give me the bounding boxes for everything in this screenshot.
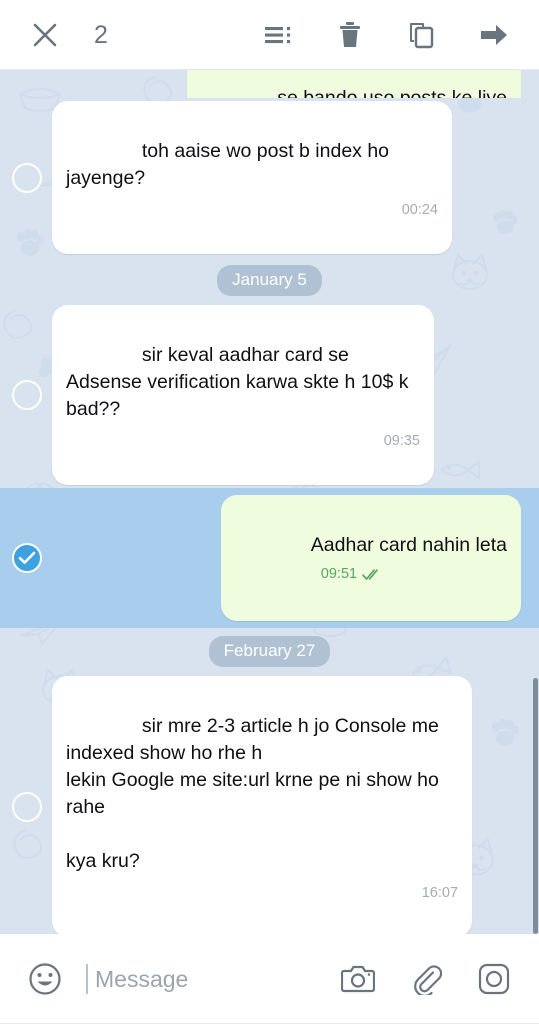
date-separator: January 5 [0, 257, 539, 302]
message-bubble-outgoing[interactable]: Aadhar card nahin leta 09:51 [220, 495, 521, 621]
trash-icon [340, 22, 360, 47]
message-row[interactable]: sir keval aadhar card se Adsense verific… [0, 302, 539, 488]
bubble-align-right: se bando uso posts ke liye 00:10 [8, 70, 525, 98]
record-circle-icon [478, 963, 510, 995]
camera-icon [341, 965, 375, 993]
chat-message-list[interactable]: se bando uso posts ke liye 00:10 [0, 70, 539, 934]
text-caret [86, 964, 88, 994]
message-bubble-incoming[interactable]: sir keval aadhar card se Adsense verific… [52, 305, 434, 485]
message-meta: 09:51 [321, 566, 382, 582]
message-select-circle[interactable] [12, 380, 42, 410]
emoji-button[interactable] [22, 956, 68, 1002]
message-text: toh aaise wo post b index ho jayenge? [66, 140, 395, 189]
date-label: January 5 [217, 265, 322, 296]
bubble-align-left: sir mre 2-3 article h jo Console me inde… [52, 676, 525, 934]
message-select-circle-checked[interactable] [12, 543, 42, 573]
message-meta: 00:24 [402, 202, 438, 218]
voice-record-button[interactable] [471, 956, 517, 1002]
message-time: 09:35 [383, 433, 420, 449]
check-icon [18, 551, 36, 564]
message-bubble-incoming[interactable]: toh aaise wo post b index ho jayenge? 00… [52, 101, 452, 254]
message-time: 16:07 [421, 885, 458, 901]
message-input[interactable]: Message [86, 959, 313, 999]
message-row-clipped[interactable]: se bando uso posts ke liye 00:10 [0, 70, 539, 98]
delete-button[interactable] [327, 12, 373, 58]
message-row[interactable]: sir mre 2-3 article h jo Console me inde… [0, 673, 539, 934]
reply-list-icon [265, 27, 291, 44]
message-row-selected[interactable]: Aadhar card nahin leta 09:51 [0, 488, 539, 628]
message-composer: Message [0, 934, 539, 1024]
close-selection-button[interactable] [22, 12, 68, 58]
attach-button[interactable] [403, 956, 449, 1002]
bubble-align-left: toh aaise wo post b index ho jayenge? 00… [52, 101, 525, 254]
smiley-face-icon [29, 963, 61, 995]
chat-scrollbar[interactable] [533, 678, 538, 934]
close-icon [33, 23, 57, 47]
message-text: se bando uso posts ke liye [277, 87, 507, 98]
chat-scroll-container[interactable]: se bando uso posts ke liye 00:10 [0, 70, 539, 934]
message-text: Aadhar card nahin leta [310, 534, 507, 556]
copy-icon [410, 23, 434, 49]
message-meta: 16:07 [422, 885, 458, 901]
double-check-icon [362, 568, 378, 580]
date-separator: February 27 [0, 628, 539, 673]
message-placeholder: Message [95, 966, 189, 992]
message-time: 09:51 [320, 566, 358, 582]
paperclip-icon [414, 965, 442, 995]
forward-button[interactable] [471, 12, 517, 58]
date-label: February 27 [208, 636, 331, 667]
selected-count: 2 [94, 20, 109, 49]
copy-button[interactable] [399, 12, 445, 58]
message-text: sir mre 2-3 article h jo Console me inde… [66, 715, 439, 872]
message-bubble-incoming[interactable]: sir mre 2-3 article h jo Console me inde… [52, 676, 472, 934]
bubble-align-right: Aadhar card nahin leta 09:51 [52, 495, 525, 621]
message-select-circle[interactable] [12, 791, 42, 822]
message-time: 00:24 [401, 202, 438, 218]
selection-toolbar: 2 [0, 0, 539, 70]
telegram-chat-screen: 2 se bando uso posts ke liye toh aaise w… [0, 0, 539, 1024]
forward-arrow-icon [481, 25, 507, 45]
reply-button[interactable] [255, 12, 301, 58]
message-bubble-outgoing[interactable]: se bando uso posts ke liye 00:10 [187, 70, 521, 98]
message-meta: 09:35 [384, 433, 420, 449]
message-text: sir keval aadhar card se Adsense verific… [66, 344, 414, 420]
bubble-align-left: sir keval aadhar card se Adsense verific… [52, 305, 525, 485]
message-row[interactable]: toh aaise wo post b index ho jayenge? 00… [0, 98, 539, 257]
camera-button[interactable] [335, 956, 381, 1002]
message-select-circle[interactable] [12, 162, 42, 193]
